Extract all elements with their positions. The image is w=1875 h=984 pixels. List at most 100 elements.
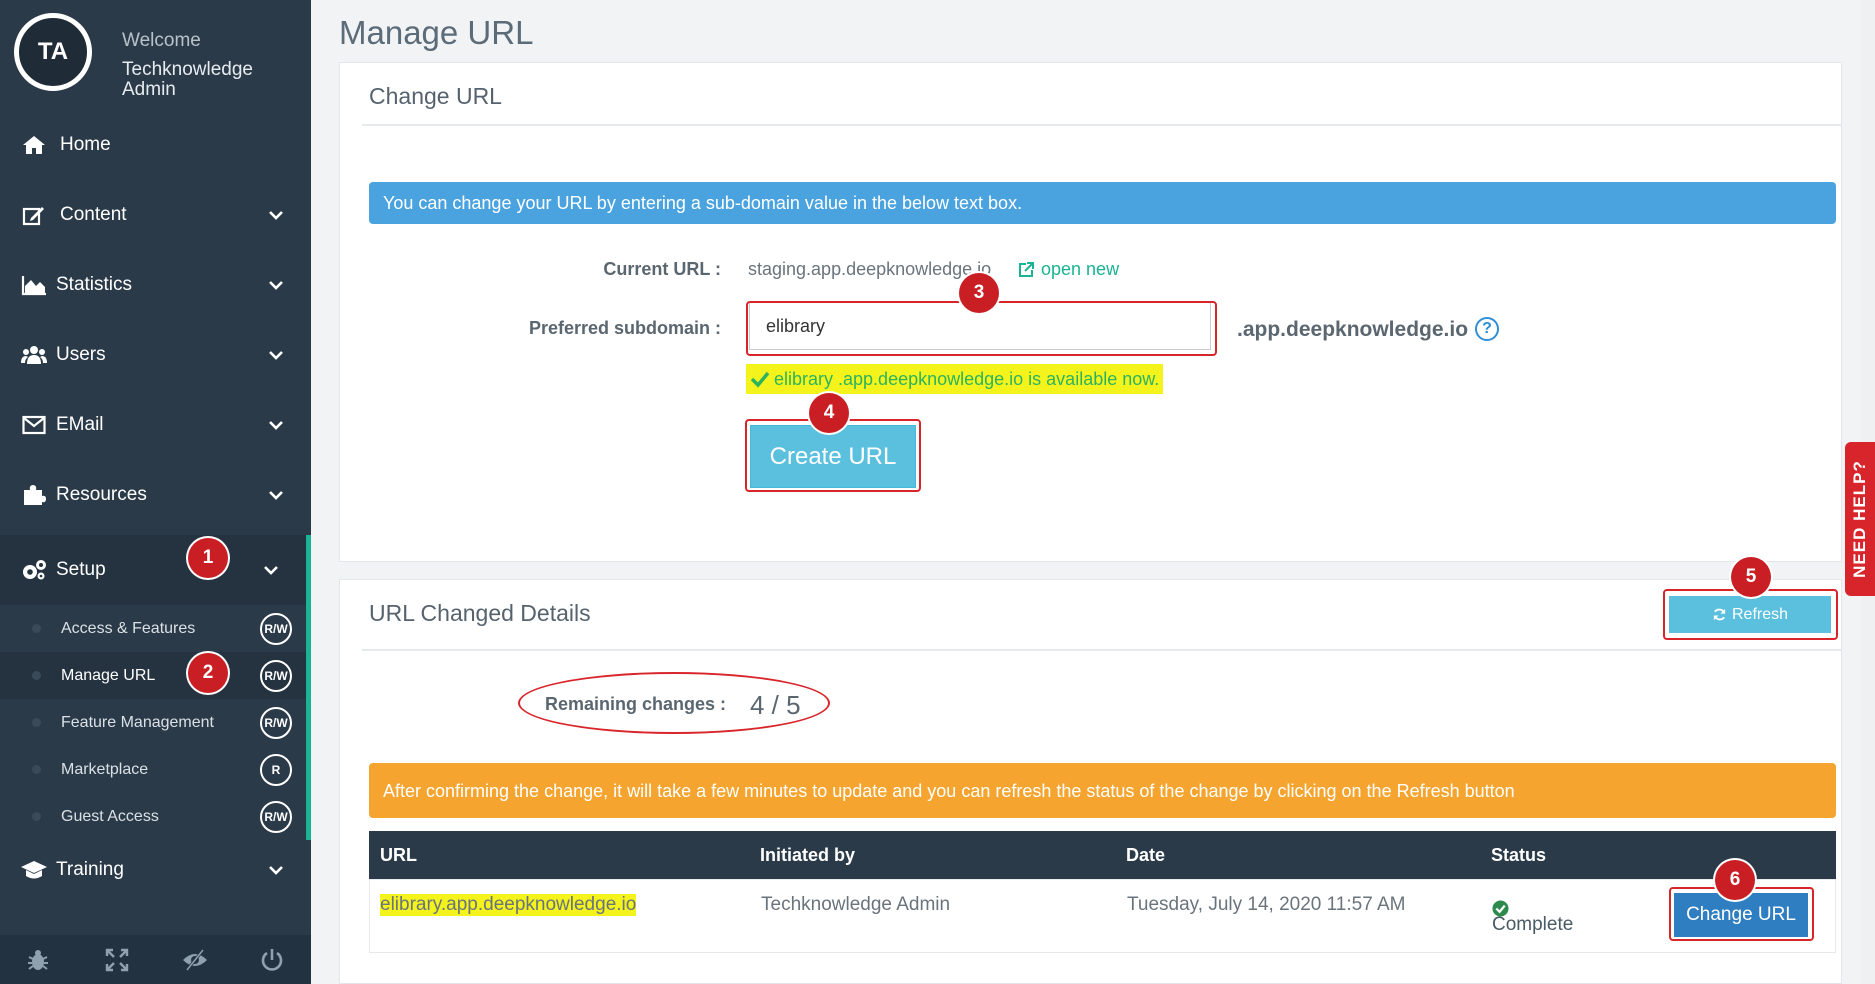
envelope-icon [20,411,48,439]
help-icon[interactable]: ? [1475,317,1499,341]
permission-badge: R [260,753,292,786]
permission-badge: R/W [260,659,292,692]
table-header: URL Initiated by Date Status [369,831,1836,879]
current-url-value: staging.app.deepknowledge.io [748,259,992,279]
preferred-subdomain-label: Preferred subdomain : [528,318,721,338]
domain-suffix: .app.deepknowledge.io [1237,318,1469,341]
permission-badge: R/W [260,800,292,833]
sidebar-item-label: EMail [56,414,104,435]
sidebar-item-label: Content [60,204,127,225]
subnav-label: Manage URL [61,666,156,684]
sidebar-item-home[interactable]: Home [0,115,311,175]
subnav-label: Marketplace [61,760,149,778]
chevron-down-icon [269,491,283,500]
open-new-link[interactable]: open new [1017,259,1119,280]
step-badge-2: 2 [188,653,228,693]
subnav-marketplace[interactable]: Marketplace R [0,746,311,793]
row-initiated-by: Techknowledge Admin [761,894,951,915]
sidebar-item-email[interactable]: EMail [0,395,311,455]
column-header-initiated-by: Initiated by [760,845,856,865]
refresh-info: After confirming the change, it will tak… [369,763,1836,818]
subnav-label: Feature Management [61,713,214,731]
expand-icon[interactable] [104,947,130,973]
subnav-access-features[interactable]: Access & Features R/W [0,605,311,652]
sidebar-item-label: Setup [56,559,106,580]
row-date: Tuesday, July 14, 2020 11:57 AM [1127,894,1406,915]
chevron-down-icon [269,866,283,875]
step-badge-1: 1 [188,538,228,578]
welcome-text: Welcome [122,30,201,51]
step-badge-4: 4 [809,393,849,433]
step-badge-6: 6 [1715,860,1755,900]
sidebar-item-training[interactable]: Training [0,840,311,900]
bullet [32,765,41,774]
sidebar-item-statistics[interactable]: Statistics [0,255,311,315]
permission-badge: R/W [260,612,292,645]
area-chart-icon [20,271,48,299]
bullet [32,718,41,727]
remaining-changes-label: Remaining changes : [545,694,727,714]
row-status-text: Complete [1492,914,1574,935]
puzzle-icon [20,481,48,509]
check-icon [750,371,770,388]
column-header-status: Status [1491,845,1547,865]
welcome-block: Welcome Techknowledge Admin [122,30,272,100]
edit-icon [20,201,48,229]
current-url-label: Current URL : [603,259,721,279]
active-section-indicator [306,605,311,840]
external-link-icon [1019,261,1034,277]
remaining-changes-value: 4 / 5 [750,690,801,720]
sidebar-item-users[interactable]: Users [0,325,311,385]
subnav-label: Access & Features [61,619,196,637]
graduation-cap-icon [20,856,48,884]
table-row: elibrary.app.deepknowledge.io Techknowle… [369,879,1836,953]
permission-badge: R/W [260,706,292,739]
sidebar-footer [0,935,311,984]
sidebar: TA Welcome Techknowledge Admin Home Cont… [0,0,311,984]
chevron-down-icon [269,421,283,430]
chevron-down-icon [269,351,283,360]
sidebar-item-content[interactable]: Content [0,185,311,245]
sidebar-item-label: Home [60,134,111,155]
subnav-label: Guest Access [61,807,159,825]
chevron-down-icon [269,281,283,290]
sidebar-item-label: Users [56,344,106,365]
need-help-tab[interactable]: NEED HELP? [1845,442,1875,596]
subnav-feature-management[interactable]: Feature Management R/W [0,699,311,746]
users-icon [20,341,48,369]
step-badge-5: 5 [1731,557,1771,597]
divider [362,649,1841,651]
change-url-title: Change URL [369,83,502,109]
divider [362,124,1841,126]
column-header-date: Date [1126,845,1166,865]
subnav-manage-url[interactable]: Manage URL R/W [0,652,311,699]
chevron-down-icon [269,211,283,220]
row-url: elibrary.app.deepknowledge.io [380,894,637,916]
change-url-info: You can change your URL by entering a su… [369,182,1836,224]
chevron-down-icon [264,566,278,575]
row-status: Complete [1492,900,1573,935]
bullet [32,812,41,821]
user-name: Techknowledge Admin [122,59,253,100]
sidebar-item-label: Training [56,859,124,880]
sidebar-item-resources[interactable]: Resources [0,465,311,525]
step-badge-3: 3 [959,273,999,313]
page-title: Manage URL [339,14,534,51]
subnav-guest-access[interactable]: Guest Access R/W [0,793,311,840]
open-new-label: open new [1041,259,1120,279]
avatar[interactable]: TA [14,13,92,91]
sidebar-item-setup[interactable]: Setup [0,535,311,605]
need-help-label: NEED HELP? [1850,460,1869,578]
home-icon [20,131,48,159]
bug-icon[interactable] [25,947,51,973]
eye-slash-icon[interactable] [182,947,208,973]
column-header-url: URL [380,845,417,865]
sidebar-item-label: Statistics [56,274,133,295]
availability-message: elibrary .app.deepknowledge.io is availa… [746,364,1164,394]
power-icon[interactable] [259,947,285,973]
sidebar-item-label: Resources [56,484,147,505]
bullet [32,671,41,680]
bullet [32,624,41,633]
gears-icon [20,556,48,584]
url-details-title: URL Changed Details [369,600,591,626]
